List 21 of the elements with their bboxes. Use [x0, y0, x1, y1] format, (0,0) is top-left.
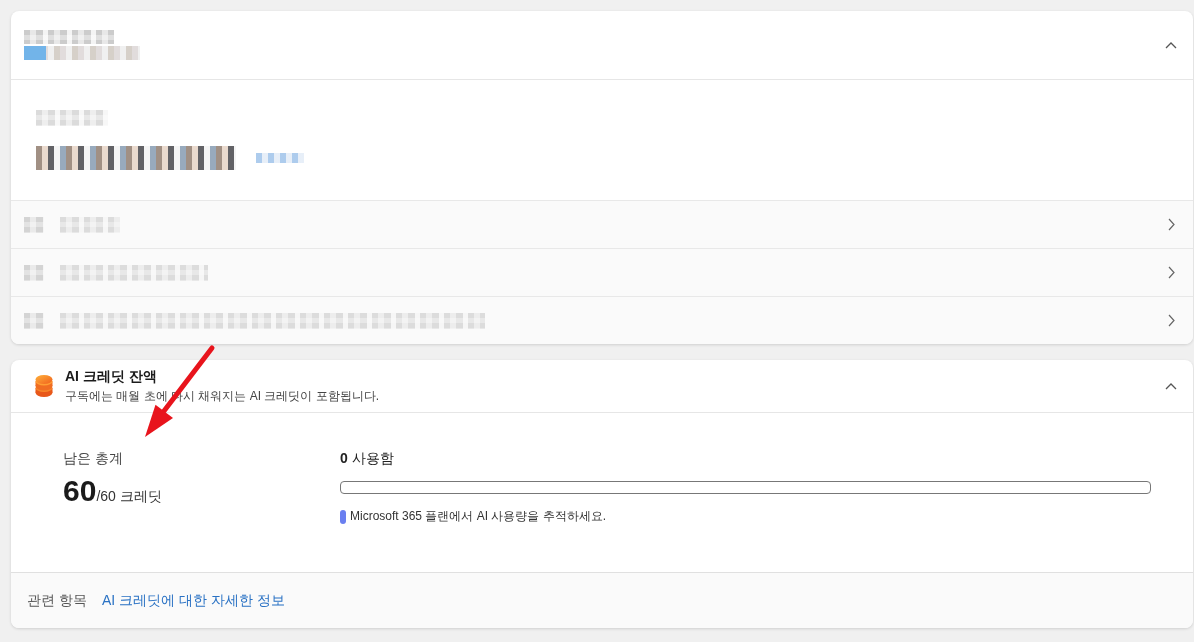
settings-row[interactable] — [11, 296, 1193, 344]
credit-total: /60 크레딧 — [96, 488, 162, 506]
collapse-button[interactable] — [1165, 381, 1177, 391]
learn-more-link[interactable]: AI 크레딧에 대한 자세한 정보 — [101, 591, 285, 610]
remaining-value: 60 — [63, 474, 97, 508]
collapse-button[interactable] — [1165, 40, 1177, 50]
caret-up-icon — [1165, 381, 1177, 391]
remaining-label: 남은 총계 — [63, 450, 123, 468]
card-title: AI 크레딧 잔액 — [65, 367, 157, 386]
chevron-right-icon — [1168, 266, 1175, 279]
usage-note: Microsoft 365 플랜에서 AI 사용량을 추적하세요. — [350, 508, 607, 525]
settings-row[interactable] — [11, 248, 1193, 296]
caret-up-icon — [1165, 40, 1177, 50]
chevron-right-icon — [1168, 314, 1175, 327]
related-label: 관련 항목 — [27, 591, 87, 610]
chevron-right-icon — [1168, 218, 1175, 231]
legend-marker-icon — [340, 509, 346, 524]
settings-row[interactable] — [11, 200, 1193, 248]
usage-label: 0 사용함 — [340, 450, 394, 468]
coin-stack-icon — [35, 374, 53, 398]
pixelated-link[interactable] — [256, 153, 304, 163]
